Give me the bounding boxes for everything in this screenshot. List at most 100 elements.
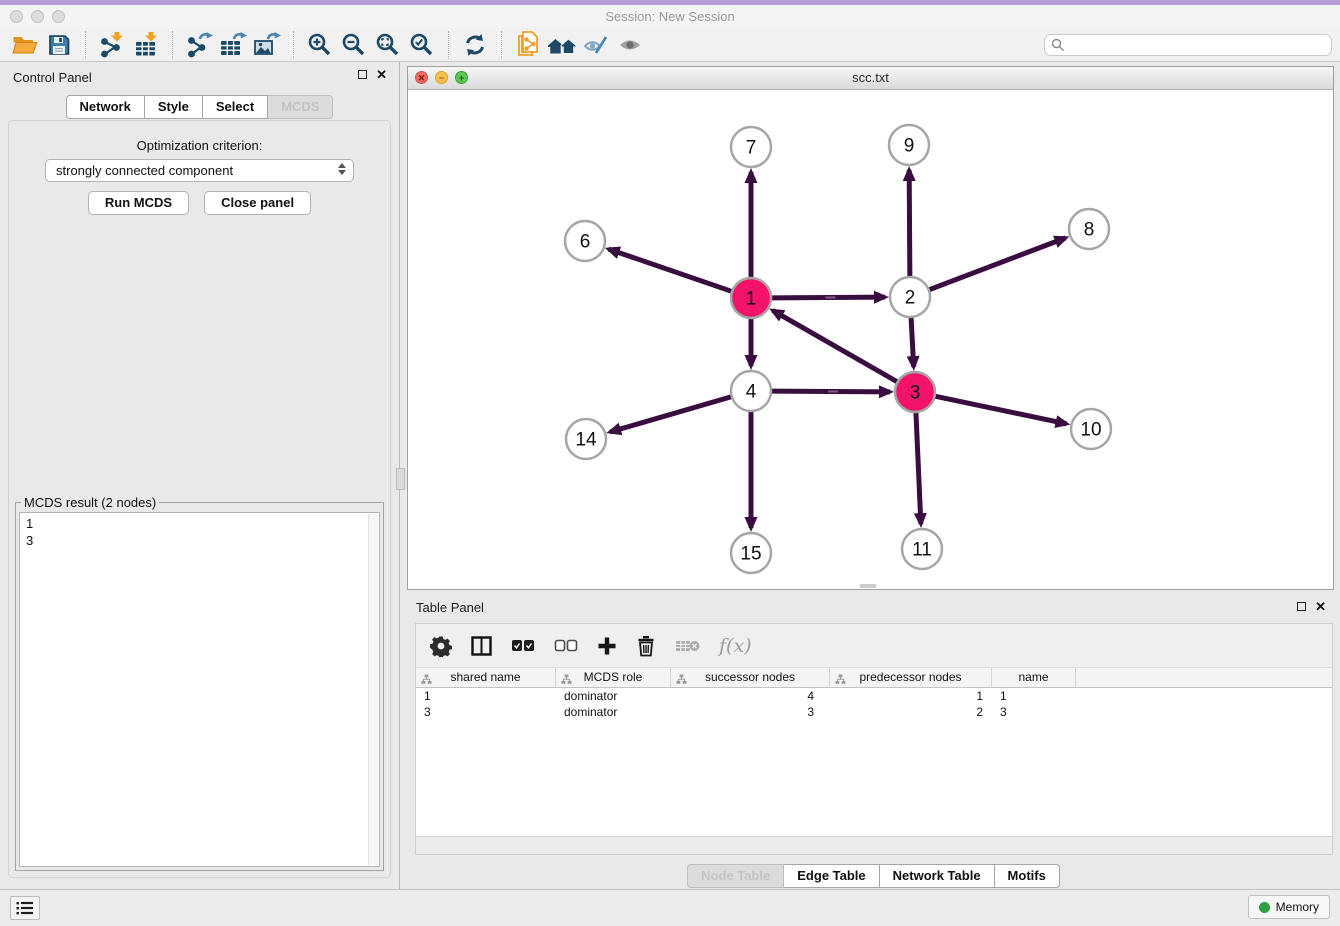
edge-2-8: [930, 238, 1066, 290]
edge-3-10: [936, 396, 1067, 424]
node-table-container: f(x) shared name MCDS role successor nod…: [415, 623, 1333, 855]
export-network-icon[interactable]: [182, 30, 216, 60]
control-panel-tabs: Network Style Select MCDS: [0, 95, 399, 119]
tab-style[interactable]: Style: [145, 95, 203, 119]
run-mcds-button[interactable]: Run MCDS: [88, 191, 189, 215]
cell-mcds-role[interactable]: dominator: [556, 688, 671, 704]
cell-shared-name[interactable]: 1: [416, 688, 556, 704]
memory-status-icon: [1259, 902, 1270, 913]
tab-network-table[interactable]: Network Table: [880, 864, 995, 888]
zoom-selected-icon[interactable]: [405, 30, 439, 60]
dropdown-stepper-icon: [338, 163, 346, 175]
column-type-icon: [835, 672, 846, 690]
edge-3-1: [773, 310, 897, 381]
node-label-4: 4: [746, 382, 757, 403]
table-panel: Table Panel ✕: [407, 595, 1340, 890]
zoom-out-icon[interactable]: [337, 30, 371, 60]
result-scrollbar[interactable]: [368, 514, 378, 865]
import-network-icon[interactable]: [95, 30, 129, 60]
export-table-icon[interactable]: [216, 30, 250, 60]
table-header-row: shared name MCDS role successor nodes pr…: [416, 667, 1332, 688]
column-header-successor-nodes[interactable]: successor nodes: [671, 668, 830, 687]
close-panel-icon[interactable]: ✕: [376, 69, 387, 80]
tab-edge-table[interactable]: Edge Table: [784, 864, 879, 888]
delete-column-icon[interactable]: [636, 635, 656, 657]
cell-name[interactable]: 1: [992, 688, 1076, 704]
application-window: Session: New Session: [0, 0, 1340, 926]
save-session-icon[interactable]: [42, 30, 76, 60]
deselect-all-columns-icon[interactable]: [554, 639, 578, 652]
panel-divider-handle[interactable]: [396, 468, 405, 490]
cell-successor-nodes[interactable]: 4: [671, 688, 830, 704]
column-header-mcds-role[interactable]: MCDS role: [556, 668, 671, 687]
cell-successor-nodes[interactable]: 3: [671, 704, 830, 720]
memory-button[interactable]: Memory: [1248, 895, 1330, 919]
tab-motifs[interactable]: Motifs: [995, 864, 1060, 888]
import-table-icon[interactable]: [129, 30, 163, 60]
cell-mcds-role[interactable]: dominator: [556, 704, 671, 720]
table-row[interactable]: 3 dominator 3 2 3: [416, 704, 1332, 720]
list-icon: [16, 901, 34, 915]
toolbar-separator: [172, 31, 173, 59]
node-label-1: 1: [746, 289, 757, 310]
column-header-name[interactable]: name: [992, 668, 1076, 687]
open-file-icon[interactable]: [8, 30, 42, 60]
hide-selected-icon[interactable]: [579, 30, 613, 60]
edge-1-6: [609, 249, 731, 291]
home-neighbors-icon[interactable]: [545, 30, 579, 60]
table-row[interactable]: 1 dominator 4 1 1: [416, 688, 1332, 704]
float-table-panel-icon[interactable]: [1297, 602, 1306, 611]
network-file-icon[interactable]: [511, 30, 545, 60]
tab-select[interactable]: Select: [203, 95, 268, 119]
task-history-button[interactable]: [10, 896, 40, 920]
network-window-titlebar[interactable]: ✕ − + scc.txt: [408, 67, 1333, 90]
delete-table-icon[interactable]: [675, 638, 700, 654]
node-label-10: 10: [1080, 420, 1101, 441]
gear-icon[interactable]: [430, 635, 452, 657]
select-all-columns-icon[interactable]: [511, 639, 535, 652]
close-table-panel-icon[interactable]: ✕: [1315, 601, 1326, 612]
tab-node-table[interactable]: Node Table: [687, 864, 784, 888]
node-label-15: 15: [740, 544, 761, 565]
column-header-predecessor-nodes[interactable]: predecessor nodes: [830, 668, 992, 687]
control-panel-title: Control Panel: [13, 70, 92, 85]
column-header-shared-name[interactable]: shared name: [416, 668, 556, 687]
network-canvas[interactable]: 7968124314101511: [408, 89, 1333, 589]
search-field[interactable]: [1044, 34, 1332, 56]
cell-predecessor-nodes[interactable]: 1: [830, 688, 992, 704]
cell-shared-name[interactable]: 3: [416, 704, 556, 720]
network-window-title: scc.txt: [408, 70, 1333, 85]
result-line: 3: [26, 532, 373, 549]
tab-mcds[interactable]: MCDS: [268, 95, 333, 119]
table-panel-title: Table Panel: [416, 600, 484, 615]
mcds-result-fieldset: MCDS result (2 nodes) 1 3: [15, 495, 384, 871]
node-label-7: 7: [746, 138, 757, 159]
cell-predecessor-nodes[interactable]: 2: [830, 704, 992, 720]
search-input[interactable]: [1044, 34, 1332, 56]
float-panel-icon[interactable]: [358, 70, 367, 79]
table-rows-area[interactable]: 1 dominator 4 1 1 3 dominator 3 2 3: [416, 688, 1332, 836]
criterion-dropdown[interactable]: strongly connected component: [45, 159, 354, 182]
canvas-scroll-nub[interactable]: [860, 584, 876, 588]
zoom-in-icon[interactable]: [303, 30, 337, 60]
node-label-9: 9: [904, 136, 915, 157]
tab-network[interactable]: Network: [66, 95, 145, 119]
criterion-value: strongly connected component: [56, 163, 233, 178]
close-panel-button[interactable]: Close panel: [204, 191, 311, 215]
mcds-result-text[interactable]: 1 3: [19, 512, 380, 867]
cell-name[interactable]: 3: [992, 704, 1076, 720]
toolbar-separator: [448, 31, 449, 59]
zoom-fit-icon[interactable]: [371, 30, 405, 60]
column-type-icon: [561, 672, 572, 690]
main-toolbar: [0, 28, 1340, 62]
optimization-criterion-label: Optimization criterion:: [9, 138, 390, 153]
refresh-network-icon[interactable]: [458, 30, 492, 60]
column-type-icon: [676, 672, 687, 690]
node-label-6: 6: [580, 232, 591, 253]
add-column-icon[interactable]: [597, 636, 617, 656]
export-image-icon[interactable]: [250, 30, 284, 60]
function-builder-icon[interactable]: f(x): [719, 635, 752, 657]
toggle-panes-icon[interactable]: [471, 636, 492, 656]
show-eye-icon[interactable]: [613, 30, 647, 60]
column-type-icon: [421, 672, 432, 690]
